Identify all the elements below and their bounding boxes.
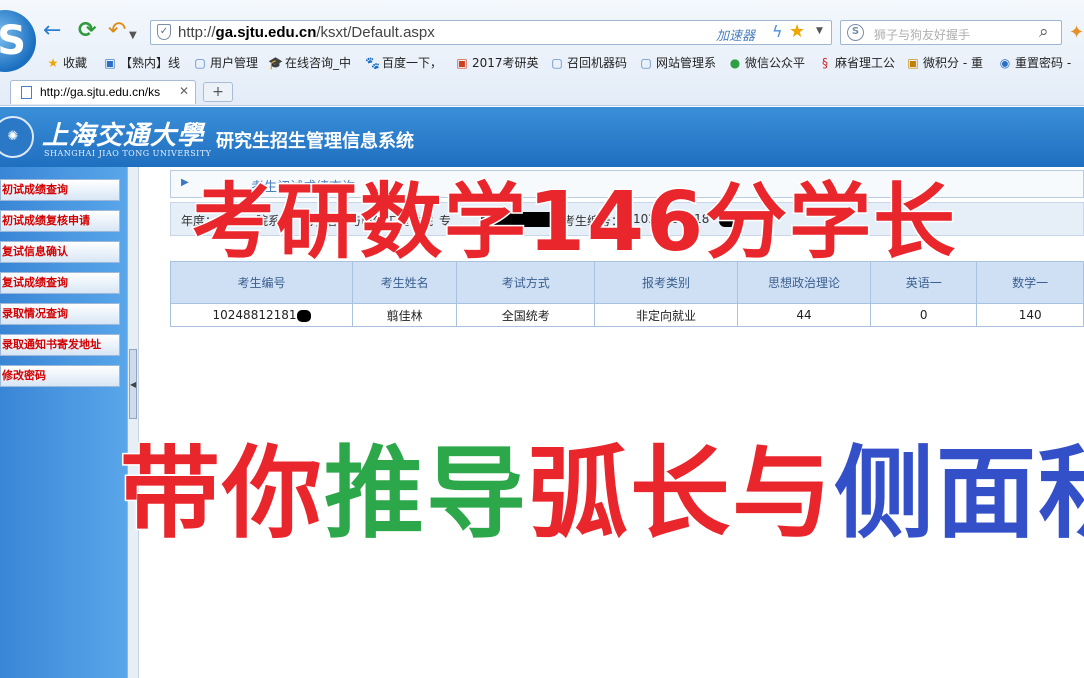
chevron-down-icon[interactable]: ▼	[129, 24, 137, 48]
sidebar-item-retest-score[interactable]: 复试成绩查询	[0, 272, 120, 294]
bookmark-item[interactable]: ★ 收藏	[46, 53, 87, 73]
bookmark-item[interactable]: ▣ 2017考研英	[455, 53, 538, 73]
shield-icon: ◉	[999, 56, 1011, 70]
bookmark-item[interactable]: ▣ 微积分 - 重	[906, 53, 983, 73]
page-icon: ▢	[194, 56, 206, 70]
sidebar-item-retest-confirm[interactable]: 复试信息确认	[0, 241, 120, 263]
tab-title: http://ga.sjtu.edu.cn/ks	[40, 85, 161, 99]
address-bar[interactable]: ✓ http://ga.sjtu.edu.cn/ksxt/Default.asp…	[150, 20, 832, 45]
subtitle-part: 弧长与	[527, 434, 834, 554]
star-icon: ★	[47, 56, 59, 70]
new-tab-button[interactable]: +	[203, 82, 233, 102]
university-name-en: SHANGHAI JIAO TONG UNIVERSITY	[44, 149, 212, 158]
sidebar-item-initial-score[interactable]: 初试成绩查询	[0, 179, 120, 201]
table-row: 10248812181 翦佳林 全国统考 非定向就业 44 0 140	[169, 303, 1084, 327]
sidebar-item-score-review[interactable]: 初试成绩复核申请	[0, 210, 120, 232]
sidebar-item-admission-status[interactable]: 录取情况查询	[0, 303, 120, 325]
politics-score-cell: 44	[736, 303, 872, 327]
page-icon: ▣	[907, 56, 919, 70]
subtitle-part: 侧面积	[833, 434, 1084, 554]
accelerator-label[interactable]: 加速器	[716, 25, 755, 44]
bookmark-item[interactable]: ▢ 召回机器码	[550, 53, 627, 73]
search-box[interactable]: S 狮子与狗友好握手 ⌕	[840, 20, 1062, 45]
english-score-cell: 0	[870, 303, 978, 327]
name-cell: 翦佳林	[352, 303, 458, 327]
headline-overlay: 考研数学146分学长	[190, 174, 958, 272]
favorite-star-icon[interactable]: ★	[789, 21, 805, 42]
bookmark-item[interactable]: § 麻省理工公	[818, 53, 895, 73]
address-dropdown-icon[interactable]: ▼	[816, 26, 823, 36]
exam-mode-cell: 全国统考	[456, 303, 596, 327]
tab-bar: http://ga.sjtu.edu.cn/ks ✕ +	[0, 78, 1084, 106]
page-icon: ▣	[104, 56, 116, 70]
search-engine-icon[interactable]: S	[847, 24, 864, 41]
screen: S ← ⟳ ↶ ▼ ✓ http://ga.sjtu.edu.cn/ksxt/D…	[0, 0, 1084, 678]
bookmark-item[interactable]: 🎓 在线咨询_中	[268, 53, 351, 73]
lightning-icon[interactable]: ϟ	[772, 22, 783, 41]
page-icon: §	[822, 56, 828, 70]
sidebar: 初试成绩查询 初试成绩复核申请 复试信息确认 复试成绩查询 录取情况查询 录取通…	[0, 167, 127, 678]
subtitle-part: 推导	[323, 434, 528, 554]
collapse-sidebar-icon[interactable]: ◀	[129, 349, 137, 419]
subtitle-overlay: 带你推导弧长与侧面积	[119, 412, 1084, 557]
page-icon: ▢	[551, 56, 563, 70]
bookmark-item[interactable]: 🐾 百度一下，	[365, 53, 442, 73]
address-url[interactable]: http://ga.sjtu.edu.cn/ksxt/Default.aspx	[178, 24, 435, 41]
subtitle-part: 带你	[119, 434, 324, 554]
graduation-cap-icon: 🎓	[268, 56, 283, 70]
page-icon	[21, 86, 32, 99]
category-cell: 非定向就业	[594, 303, 738, 327]
search-placeholder[interactable]: 狮子与狗友好握手	[874, 26, 970, 43]
col-header: 数学一	[976, 261, 1084, 304]
sidebar-item-change-password[interactable]: 修改密码	[0, 365, 120, 387]
search-icon[interactable]: ⌕	[1039, 22, 1049, 42]
redaction-mark	[296, 309, 311, 322]
paw-icon: 🐾	[365, 56, 380, 70]
candidate-id-cell: 10248812181	[169, 303, 354, 327]
triangle-right-icon: ▶	[181, 177, 189, 188]
undo-icon[interactable]: ↶	[108, 19, 126, 43]
extension-icon[interactable]: ✦	[1069, 22, 1084, 43]
refresh-icon[interactable]: ⟳	[78, 19, 96, 43]
math-score-cell: 140	[976, 303, 1084, 327]
bookmarks-bar: ★ 收藏 ▣ 【熟内】线 ▢ 用户管理 🎓 在线咨询_中 🐾 百度一下， ▣ 2017考研英…	[0, 53, 1084, 73]
security-shield-icon: ✓	[157, 24, 171, 40]
back-arrow-icon[interactable]: ←	[43, 19, 61, 43]
tab-current[interactable]: http://ga.sjtu.edu.cn/ks ✕	[10, 80, 196, 104]
bookmark-item[interactable]: ● 微信公众平	[728, 53, 805, 73]
bookmark-item[interactable]: ▣ 【熟内】线	[103, 53, 180, 73]
bookmark-item[interactable]: ◉ 重置密码 -	[998, 53, 1071, 73]
wechat-icon: ●	[729, 56, 741, 70]
bookmark-item[interactable]: ▢ 网站管理系	[639, 53, 716, 73]
bookmark-item[interactable]: ▢ 用户管理	[193, 53, 258, 73]
university-name: 上海交通大學	[42, 121, 205, 151]
page-icon: ▢	[640, 56, 652, 70]
sidebar-item-notice-address[interactable]: 录取通知书寄发地址	[0, 334, 120, 356]
system-title: 研究生招生管理信息系统	[216, 131, 414, 152]
browser-chrome: S ← ⟳ ↶ ▼ ✓ http://ga.sjtu.edu.cn/ksxt/D…	[0, 0, 1084, 106]
page-icon: ▣	[456, 56, 468, 70]
university-seal-icon: ✺	[0, 116, 34, 158]
close-icon[interactable]: ✕	[179, 84, 189, 98]
